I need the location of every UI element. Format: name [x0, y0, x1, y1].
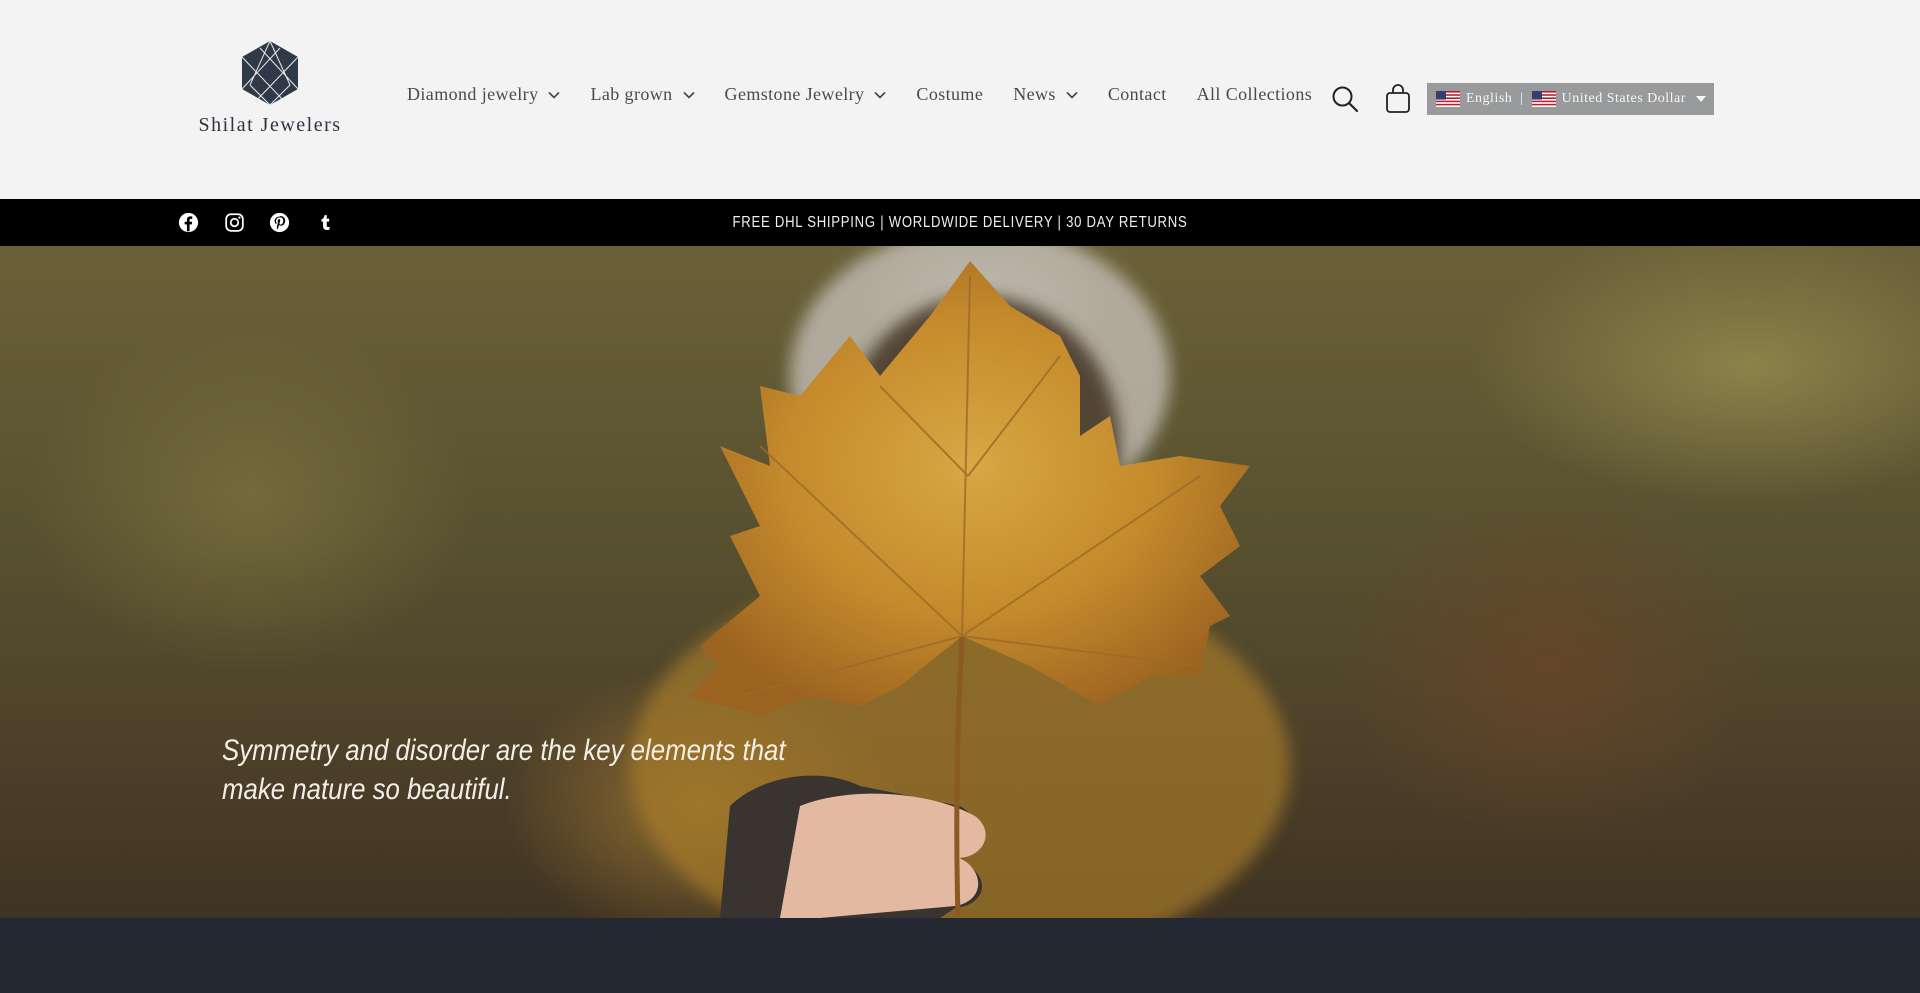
cart-icon	[1386, 84, 1410, 113]
switcher-separator: |	[1520, 91, 1524, 106]
hero-quote: Symmetry and disorder are the key elemen…	[222, 734, 786, 806]
main-nav: Diamond jewelry Lab grown Gemstone Jewel…	[392, 84, 1327, 105]
brand-logo[interactable]: Shilat Jewelers	[194, 40, 346, 137]
tumblr-icon	[320, 215, 330, 230]
brand-name: Shilat Jewelers	[198, 114, 342, 136]
nav-item-all-collections[interactable]: All Collections	[1182, 84, 1328, 105]
tumblr-link[interactable]	[313, 199, 337, 246]
nav-item-diamond-jewelry[interactable]: Diamond jewelry	[392, 84, 575, 105]
us-flag-icon	[1531, 91, 1556, 107]
pinterest-icon	[269, 212, 289, 233]
nav-item-label: Diamond jewelry	[407, 84, 539, 104]
nav-item-label: Lab grown	[590, 84, 673, 104]
maple-leaf-photo	[630, 246, 1290, 918]
pinterest-link[interactable]	[267, 199, 291, 246]
nav-item-gemstone-jewelry[interactable]: Gemstone Jewelry	[710, 84, 902, 105]
currency-label: United States Dollar	[1561, 91, 1686, 106]
announcement-bar: FREE DHL SHIPPING | WORLDWIDE DELIVERY |…	[0, 199, 1920, 246]
nav-item-label: Contact	[1107, 84, 1167, 104]
us-flag-icon	[1436, 91, 1460, 107]
cart-button[interactable]	[1383, 83, 1413, 115]
language-label: English	[1466, 91, 1513, 106]
chevron-down-icon	[874, 91, 886, 99]
nav-item-lab-grown[interactable]: Lab grown	[575, 84, 709, 105]
language-currency-switcher[interactable]: English | United States Dollar	[1427, 83, 1714, 115]
nav-item-label: Gemstone Jewelry	[724, 84, 865, 104]
chevron-down-icon	[1066, 91, 1078, 99]
site-header: Shilat Jewelers Diamond jewelry Lab grow…	[0, 0, 1920, 199]
nav-item-costume[interactable]: Costume	[901, 84, 998, 105]
nav-item-label: All Collections	[1196, 84, 1313, 104]
hexagon-gem-icon	[241, 40, 299, 106]
nav-item-label: News	[1013, 84, 1056, 104]
nav-item-label: Costume	[916, 84, 984, 104]
search-icon	[1332, 86, 1359, 113]
announcement-text: FREE DHL SHIPPING | WORLDWIDE DELIVERY |…	[732, 214, 1188, 231]
chevron-down-icon	[682, 91, 695, 99]
instagram-icon	[224, 213, 244, 232]
facebook-link[interactable]	[176, 199, 200, 246]
chevron-down-icon	[548, 91, 561, 99]
instagram-link[interactable]	[222, 199, 246, 246]
search-button[interactable]	[1330, 84, 1360, 114]
facebook-icon	[178, 212, 198, 233]
nav-item-contact[interactable]: Contact	[1093, 84, 1182, 105]
nav-item-news[interactable]: News	[998, 84, 1093, 105]
caret-down-icon	[1695, 96, 1706, 102]
hero-banner: Symmetry and disorder are the key elemen…	[0, 246, 1920, 918]
footer-section	[0, 918, 1920, 993]
